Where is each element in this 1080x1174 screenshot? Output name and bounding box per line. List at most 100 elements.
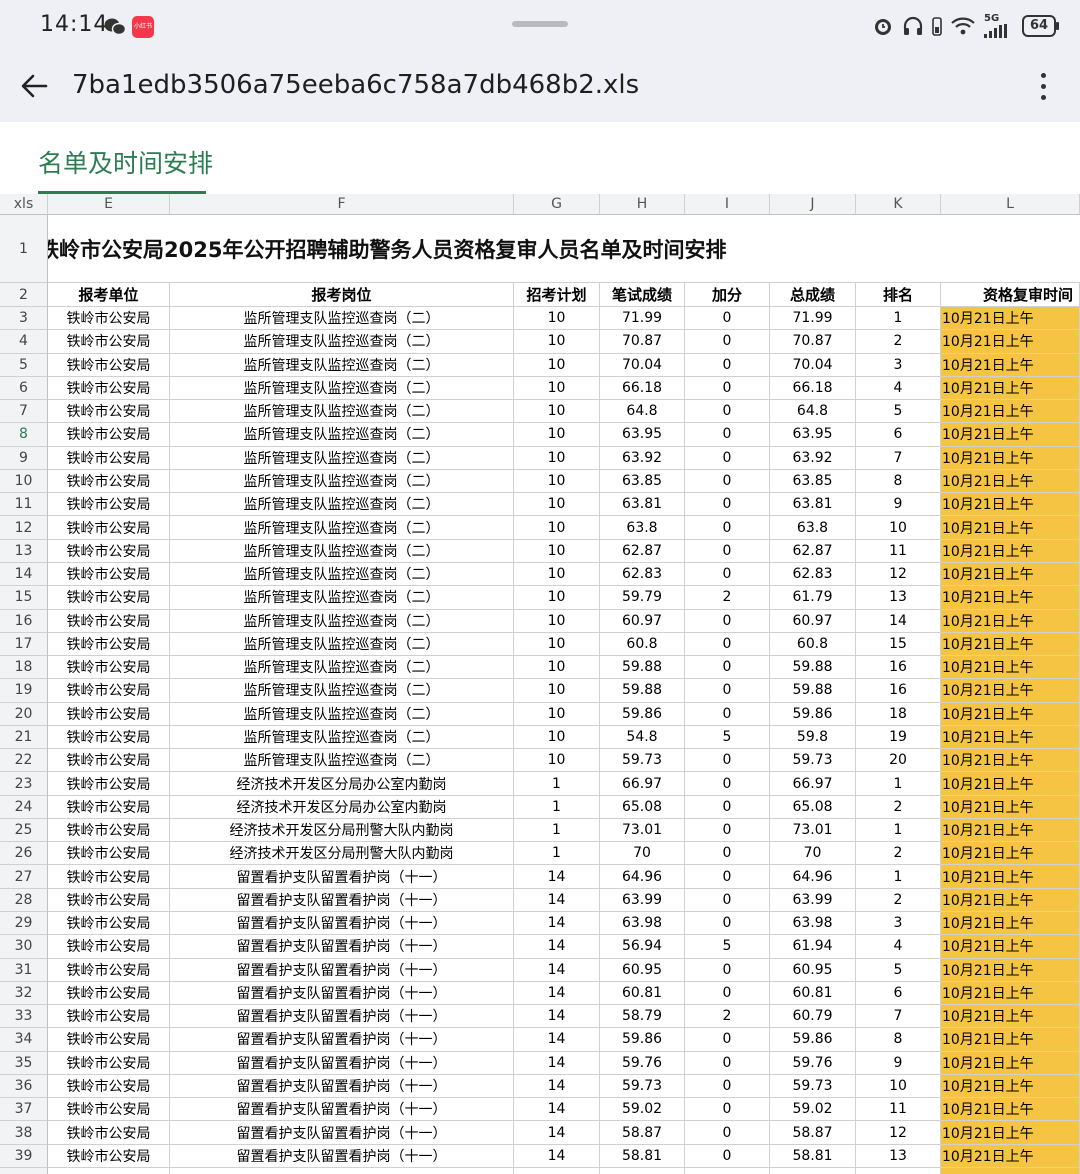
cell-position[interactable]: 监所管理支队监控巡查岗（二） <box>170 353 514 377</box>
cell-total[interactable]: 61.94 <box>770 935 856 959</box>
row-number[interactable]: 27 <box>0 865 48 889</box>
cell-total[interactable]: 59.8 <box>770 725 856 750</box>
cell-position[interactable]: 监所管理支队监控巡查岗（二） <box>170 400 514 424</box>
cell-plan[interactable]: 10 <box>514 539 600 563</box>
cell-written[interactable]: 56.94 <box>600 935 685 959</box>
cell-position[interactable]: 留置看护支队留置看护岗（十一） <box>170 981 514 1006</box>
cell-rank[interactable]: 15 <box>856 632 941 657</box>
cell-rank[interactable]: 11 <box>856 539 941 563</box>
cell-plan[interactable]: 14 <box>514 981 600 1006</box>
cell-rank[interactable]: 8 <box>856 469 941 494</box>
cell-plan[interactable]: 14 <box>514 1028 600 1052</box>
cell-time[interactable]: 10月21日上午 <box>941 562 1080 587</box>
cell-total[interactable]: 59.86 <box>770 702 856 726</box>
cell-rank[interactable]: 2 <box>856 330 941 354</box>
cell-position[interactable]: 留置看护支队留置看护岗（十一） <box>170 1028 514 1052</box>
row-number[interactable]: 17 <box>0 632 48 657</box>
cell-rank[interactable]: 4 <box>856 376 941 401</box>
cell-rank[interactable]: 1 <box>856 307 941 331</box>
cell-unit[interactable]: 铁岭市公安局 <box>48 469 170 494</box>
cell-position[interactable]: 监所管理支队监控巡查岗（二） <box>170 562 514 587</box>
cell-position[interactable]: 经济技术开发区分局刑警大队内勤岗 <box>170 842 514 866</box>
row-number[interactable]: 5 <box>0 353 48 377</box>
cell-time[interactable]: 10月21日上午 <box>941 1005 1080 1029</box>
cell-position[interactable]: 监所管理支队监控巡查岗（二） <box>170 679 514 703</box>
cell-bonus[interactable]: 0 <box>685 516 770 540</box>
cell-written[interactable]: 64.96 <box>600 865 685 889</box>
cell-total[interactable]: 61.79 <box>770 586 856 610</box>
cell-bonus[interactable]: 0 <box>685 772 770 796</box>
cell-written[interactable]: 59.02 <box>600 1098 685 1122</box>
cell-unit[interactable]: 铁岭市公安局 <box>48 609 170 633</box>
cell-plan[interactable]: 10 <box>514 749 600 773</box>
cell-written[interactable]: 59.88 <box>600 679 685 703</box>
row-number[interactable]: 2 <box>0 283 48 307</box>
cell-rank[interactable]: 12 <box>856 562 941 587</box>
cell-bonus[interactable]: 0 <box>685 446 770 470</box>
cell-time[interactable]: 10月21日上午 <box>941 818 1080 843</box>
cell-time[interactable]: 10月21日上午 <box>941 330 1080 354</box>
cell-total[interactable]: 59.76 <box>770 1051 856 1075</box>
cell-unit[interactable]: 铁岭市公安局 <box>48 516 170 540</box>
cell-bonus[interactable]: 0 <box>685 469 770 494</box>
cell-unit[interactable]: 铁岭市公安局 <box>48 423 170 447</box>
cell-written[interactable]: 63.81 <box>600 493 685 517</box>
cell-bonus[interactable]: 0 <box>685 958 770 982</box>
cell-unit[interactable]: 铁岭市公安局 <box>48 702 170 726</box>
cell-written[interactable]: 66.18 <box>600 376 685 401</box>
cell-written[interactable]: 65.08 <box>600 795 685 819</box>
cell-plan[interactable]: 10 <box>514 516 600 540</box>
cell-time[interactable]: 10月21日上午 <box>941 725 1080 750</box>
cell-bonus[interactable]: 0 <box>685 865 770 889</box>
cell-bonus[interactable]: 0 <box>685 1121 770 1145</box>
cell-position[interactable]: 留置看护支队留置看护岗（十一） <box>170 1074 514 1099</box>
cell-position[interactable]: 监所管理支队监控巡查岗（二） <box>170 469 514 494</box>
cell-plan[interactable]: 10 <box>514 679 600 703</box>
row-number[interactable]: 21 <box>0 725 48 750</box>
cell-rank[interactable]: 6 <box>856 423 941 447</box>
cell-time[interactable]: 10月21日上午 <box>941 423 1080 447</box>
cell-position[interactable]: 监所管理支队监控巡查岗（二） <box>170 539 514 563</box>
cell-position[interactable]: 监所管理支队监控巡查岗（二） <box>170 423 514 447</box>
cell-time[interactable] <box>941 1167 1080 1174</box>
cell-time[interactable]: 10月21日上午 <box>941 539 1080 563</box>
cell-rank[interactable]: 16 <box>856 679 941 703</box>
cell-position[interactable]: 留置看护支队留置看护岗（十一） <box>170 958 514 982</box>
column-header-k[interactable]: K <box>856 194 941 215</box>
cell-time[interactable]: 10月21日上午 <box>941 632 1080 657</box>
cell-total[interactable]: 60.95 <box>770 958 856 982</box>
cell-bonus[interactable]: 0 <box>685 981 770 1006</box>
cell-unit[interactable]: 铁岭市公安局 <box>48 1098 170 1122</box>
cell-total[interactable]: 60.97 <box>770 609 856 633</box>
column-header-f[interactable]: F <box>170 194 514 215</box>
cell-total[interactable]: 62.83 <box>770 562 856 587</box>
cell-unit[interactable]: 铁岭市公安局 <box>48 1144 170 1168</box>
cell-written[interactable]: 59.88 <box>600 656 685 680</box>
cell-bonus[interactable]: 0 <box>685 1028 770 1052</box>
row-number[interactable]: 10 <box>0 469 48 494</box>
cell-written[interactable] <box>600 1167 685 1174</box>
cell-plan[interactable]: 14 <box>514 1121 600 1145</box>
cell-written[interactable]: 58.79 <box>600 1005 685 1029</box>
select-all-corner[interactable]: xls <box>0 194 48 215</box>
row-number[interactable]: 15 <box>0 586 48 610</box>
cell-written[interactable]: 70.87 <box>600 330 685 354</box>
cell-rank[interactable]: 1 <box>856 772 941 796</box>
column-header-h[interactable]: H <box>600 194 685 215</box>
cell-plan[interactable]: 10 <box>514 307 600 331</box>
cell-rank[interactable]: 4 <box>856 935 941 959</box>
row-number[interactable]: 14 <box>0 562 48 587</box>
cell-time[interactable]: 10月21日上午 <box>941 679 1080 703</box>
cell-bonus[interactable]: 0 <box>685 842 770 866</box>
cell-total[interactable]: 63.81 <box>770 493 856 517</box>
cell-unit[interactable]: 铁岭市公安局 <box>48 888 170 913</box>
row-number[interactable]: 20 <box>0 702 48 726</box>
table-header-bonus[interactable]: 加分 <box>685 283 770 307</box>
cell-total[interactable]: 66.18 <box>770 376 856 401</box>
cell-position[interactable]: 经济技术开发区分局办公室内勤岗 <box>170 772 514 796</box>
cell-bonus[interactable]: 0 <box>685 702 770 726</box>
cell-position[interactable]: 监所管理支队监控巡查岗（二） <box>170 609 514 633</box>
cell-rank[interactable]: 12 <box>856 1121 941 1145</box>
cell-total[interactable]: 58.87 <box>770 1121 856 1145</box>
cell-position[interactable]: 监所管理支队监控巡查岗（二） <box>170 586 514 610</box>
